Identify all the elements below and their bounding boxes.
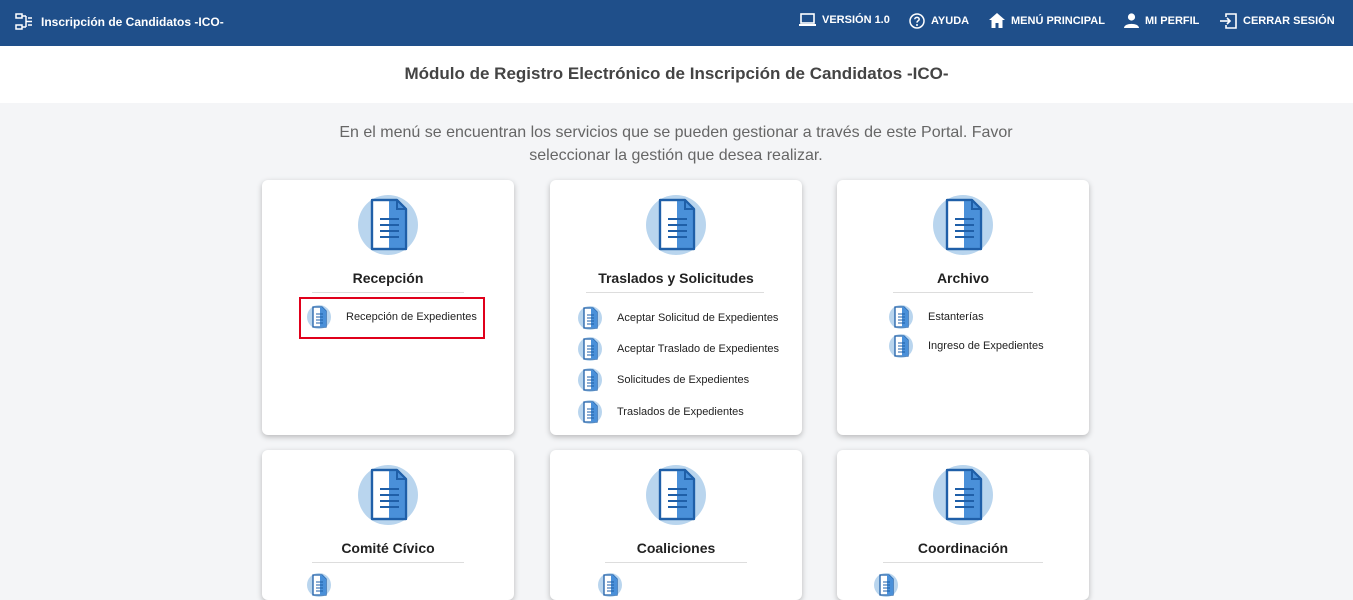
document-icon [306,572,332,598]
brand[interactable]: Inscripción de Candidatos -ICO- [15,13,224,31]
home-icon [989,13,1005,28]
card-title: Coaliciones [636,540,716,556]
card-divider [893,292,1033,293]
menu-item-label: Aceptar Solicitud de Expedientes [617,312,779,324]
intro-line-2: seleccionar la gestión que desea realiza… [529,147,823,164]
menu-item-label: Estanterías [928,311,984,323]
document-icon [873,572,899,598]
card-divider [312,562,464,563]
document-icon [933,194,993,256]
menu-item-traslados[interactable]: Traslados de Expedientes [577,399,744,425]
card-coaliciones: Coaliciones [550,450,802,600]
document-icon [646,464,706,526]
card-comite-civico: Comité Cívico [262,450,514,600]
nav-main-menu-label: MENÚ PRINCIPAL [1011,14,1105,27]
menu-item-ingreso-expedientes[interactable]: Ingreso de Expedientes [888,333,1044,359]
nav-profile[interactable]: MI PERFIL [1124,13,1199,28]
card-title: Coordinación [917,540,1009,556]
card-archivo: Archivo Estanterías Ingreso de Expedient… [837,180,1089,435]
nav-version[interactable]: VERSIÓN 1.0 [799,13,890,27]
card-divider [883,562,1043,563]
intro-line-1: En el menú se encuentran los servicios q… [339,124,1013,141]
menu-item-partial[interactable] [873,572,913,598]
document-icon [358,194,418,256]
document-icon [577,367,603,393]
laptop-icon [799,13,816,26]
intro-text: En el menú se encuentran los servicios q… [326,121,1026,167]
card-title: Comité Cívico [341,540,435,556]
document-icon [597,572,623,598]
document-icon [888,333,914,359]
card-divider [605,562,747,563]
document-icon [577,336,603,362]
document-icon [646,194,706,256]
selection-highlight [299,297,485,339]
menu-item-aceptar-traslado[interactable]: Aceptar Traslado de Expedientes [577,336,779,362]
help-circle-icon [909,13,925,29]
app-title: Inscripción de Candidatos -ICO- [41,15,224,29]
user-icon [1124,13,1139,28]
document-icon [358,464,418,526]
nav-main-menu[interactable]: MENÚ PRINCIPAL [989,13,1105,28]
card-divider [586,292,764,293]
nav-version-label: VERSIÓN 1.0 [822,14,890,26]
page-header: Módulo de Registro Electrónico de Inscri… [0,46,1353,103]
document-icon [888,304,914,330]
tree-structure-icon [15,13,32,30]
card-title: Recepción [352,270,424,286]
menu-item-partial[interactable] [597,572,637,598]
top-navbar: Inscripción de Candidatos -ICO- VERSIÓN … [0,0,1353,46]
nav-help-label: AYUDA [931,15,970,27]
card-title: Traslados y Solicitudes [598,270,754,286]
nav-logout[interactable]: CERRAR SESIÓN [1220,13,1335,29]
card-traslados-solicitudes: Traslados y Solicitudes Aceptar Solicitu… [550,180,802,435]
menu-item-label: Traslados de Expedientes [617,406,744,418]
card-title: Archivo [936,270,990,286]
document-icon [577,399,603,425]
card-coordinacion: Coordinación [837,450,1089,600]
nav-profile-label: MI PERFIL [1145,14,1200,27]
menu-item-partial[interactable] [306,572,346,598]
menu-item-solicitudes[interactable]: Solicitudes de Expedientes [577,367,749,393]
menu-item-label: Ingreso de Expedientes [928,340,1044,352]
document-icon [933,464,993,526]
menu-item-label: Aceptar Traslado de Expedientes [617,343,780,355]
page-title: Módulo de Registro Electrónico de Inscri… [404,64,949,83]
document-icon [577,305,603,331]
card-divider [312,292,464,293]
nav-logout-label: CERRAR SESIÓN [1243,15,1335,27]
logout-icon [1220,13,1237,29]
nav-help[interactable]: AYUDA [909,13,969,29]
menu-item-aceptar-solicitud[interactable]: Aceptar Solicitud de Expedientes [577,305,778,331]
menu-item-label: Solicitudes de Expedientes [617,374,750,386]
menu-item-estanterias[interactable]: Estanterías [888,304,984,330]
